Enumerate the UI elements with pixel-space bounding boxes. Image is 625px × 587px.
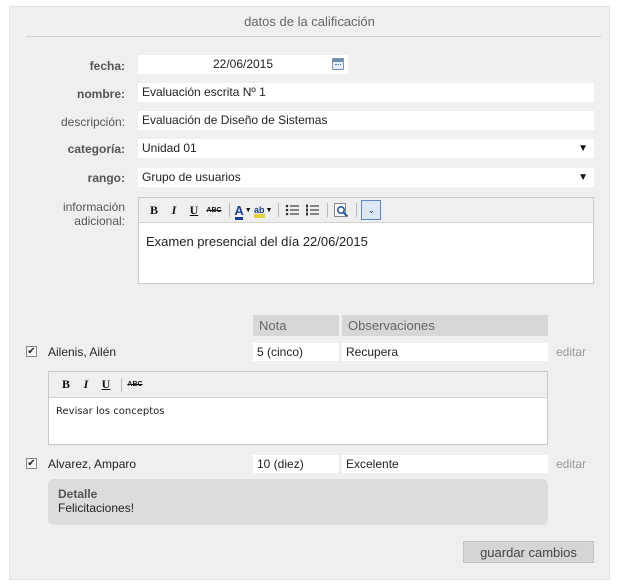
detail-text: Felicitaciones!: [58, 501, 135, 515]
info-editor: B I U ABC A ▼ ab ▼ ⌄ Examen presencial d…: [138, 197, 594, 284]
numbered-list-icon: [306, 204, 320, 216]
descripcion-label: descripción:: [60, 115, 125, 129]
bullet-list-icon: [286, 204, 300, 216]
toolbar-separator: [229, 203, 230, 217]
editor-toolbar: B I U ABC A ▼ ab ▼ ⌄: [139, 198, 593, 223]
fecha-label: fecha:: [89, 59, 125, 73]
rango-value: Grupo de usuarios: [142, 170, 241, 184]
strikethrough-button[interactable]: ABC: [126, 376, 144, 394]
toolbar-separator: [356, 203, 358, 217]
expand-icon: ⌄: [367, 204, 376, 215]
find-button[interactable]: [332, 201, 350, 219]
nota-input[interactable]: 10 (diez): [253, 455, 339, 473]
info-editor-content[interactable]: Examen presencial del día 22/06/2015: [139, 223, 593, 260]
find-icon: [333, 202, 349, 217]
categoria-label: categoría:: [67, 142, 125, 156]
highlight-button[interactable]: ab ▼: [254, 201, 272, 219]
observaciones-column-header: Observaciones: [342, 315, 548, 336]
chevron-down-icon: ▼: [578, 143, 588, 154]
toolbar-separator: [121, 377, 122, 392]
grade-panel: datos de la calificación fecha: 22/06/20…: [9, 6, 610, 580]
bullet-list-button[interactable]: [283, 201, 301, 219]
expand-toolbar-button[interactable]: ⌄: [361, 200, 382, 220]
observaciones-input[interactable]: Excelente: [342, 455, 548, 473]
student-name: Alvarez, Amparo: [48, 457, 137, 471]
editor-toolbar: B I U ABC: [49, 372, 547, 398]
info-label: información adicional:: [15, 200, 125, 228]
nombre-label: nombre:: [77, 87, 125, 101]
underline-button[interactable]: U: [97, 376, 115, 394]
underline-button[interactable]: U: [185, 201, 203, 219]
observation-editor-content[interactable]: Revisar los conceptos: [49, 398, 547, 425]
descripcion-input[interactable]: Evaluación de Diseño de Sistemas: [138, 111, 594, 130]
chevron-down-icon: ▼: [578, 172, 588, 183]
observation-editor: B I U ABC Revisar los conceptos: [48, 371, 548, 445]
categoria-value: Unidad 01: [142, 141, 197, 155]
categoria-select[interactable]: Unidad 01 ▼: [138, 139, 594, 158]
panel-title: datos de la calificación: [244, 14, 375, 29]
fecha-input[interactable]: 22/06/2015: [138, 55, 348, 74]
nota-column-header: Nota: [253, 315, 339, 336]
font-color-icon: A: [234, 202, 244, 220]
strikethrough-button[interactable]: ABC: [205, 201, 223, 219]
observaciones-input[interactable]: Recupera: [342, 343, 548, 361]
fecha-value: 22/06/2015: [212, 57, 274, 71]
calendar-icon[interactable]: [332, 58, 344, 70]
edit-link[interactable]: editar: [556, 345, 586, 359]
font-color-button[interactable]: A ▼: [234, 201, 252, 220]
save-button[interactable]: guardar cambios: [463, 541, 594, 563]
detail-title: Detalle: [58, 487, 98, 501]
italic-button[interactable]: I: [77, 376, 95, 394]
info-label-line1: información: [62, 200, 125, 214]
bold-button[interactable]: B: [57, 376, 75, 394]
dropdown-arrow-icon: ▼: [244, 206, 252, 214]
nombre-input[interactable]: Evaluación escrita Nº 1: [138, 83, 594, 102]
title-divider: [26, 36, 601, 37]
dropdown-arrow-icon: ▼: [265, 206, 273, 214]
student-checkbox[interactable]: ✔: [26, 458, 37, 469]
toolbar-separator: [278, 203, 280, 217]
bold-button[interactable]: B: [145, 201, 163, 219]
italic-button[interactable]: I: [165, 201, 183, 219]
nota-input[interactable]: 5 (cinco): [253, 343, 339, 361]
highlight-icon: ab: [254, 205, 265, 218]
student-name: Ailenis, Ailén: [48, 345, 117, 359]
rango-label: rango:: [87, 171, 125, 185]
info-label-line2: adicional:: [74, 214, 125, 228]
numbered-list-button[interactable]: [303, 201, 321, 219]
rango-select[interactable]: Grupo de usuarios ▼: [138, 168, 594, 187]
toolbar-separator: [327, 203, 329, 217]
student-checkbox[interactable]: ✔: [26, 346, 37, 357]
edit-link[interactable]: editar: [556, 457, 586, 471]
detail-box: Detalle Felicitaciones!: [48, 479, 548, 525]
